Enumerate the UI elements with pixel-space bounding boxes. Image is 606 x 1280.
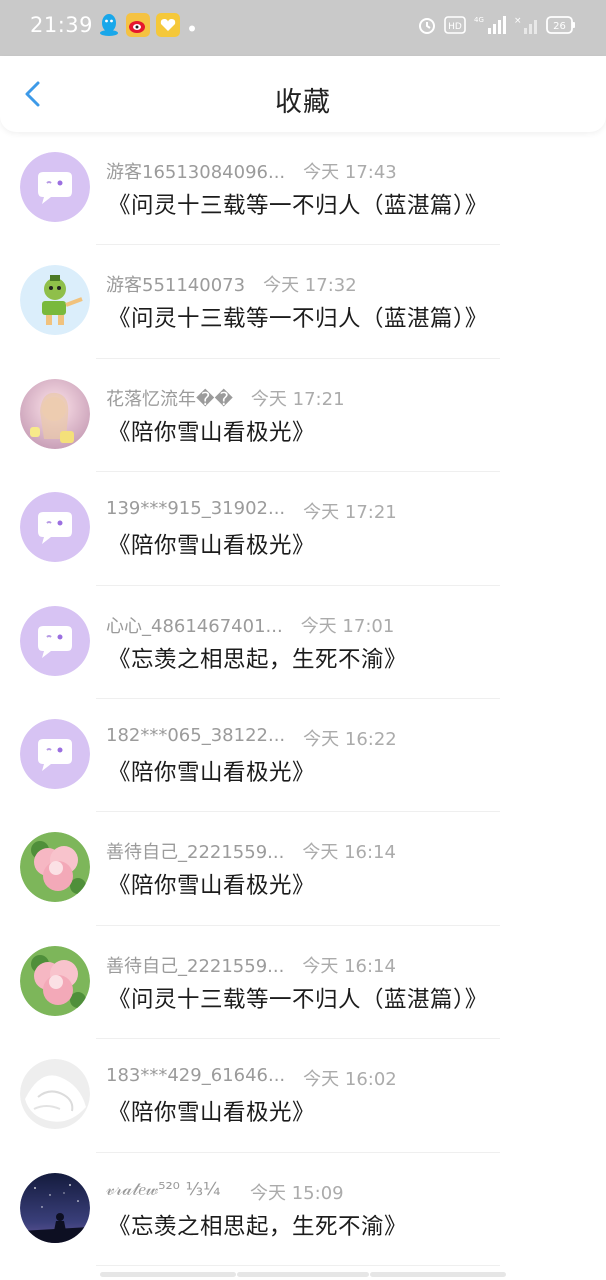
bottom-fragment — [370, 1272, 506, 1277]
hd-icon: HD — [444, 16, 466, 38]
signal-off-icon: × — [514, 14, 540, 40]
username: 花落忆流年�� — [106, 388, 233, 410]
favorite-item[interactable]: 善待自己_2221559... 今天 16:14 《陪你雪山看极光》 — [0, 812, 606, 926]
username: 游客16513084096... — [106, 162, 286, 183]
default-chat-avatar[interactable] — [20, 152, 90, 222]
favorite-item[interactable]: 花落忆流年�� 今天 17:21 《陪你雪山看极光》 — [0, 359, 606, 473]
book-title[interactable]: 《问灵十三载等一不归人（蓝湛篇）》 — [108, 188, 488, 220]
username: 𝓋𝓇𝒶𝓉𝑒𝓌⁵²⁰ ⅓¼ — [106, 1178, 221, 1200]
battery-icon: 26 — [546, 16, 576, 38]
page-title: 收藏 — [275, 87, 331, 118]
timestamp: 今天 17:21 — [250, 388, 345, 410]
weibo-icon — [126, 13, 150, 41]
username: 善待自己_2221559... — [106, 842, 285, 864]
book-title[interactable]: 《陪你雪山看极光》 — [108, 868, 315, 900]
night-sky-avatar[interactable] — [20, 1172, 90, 1243]
book-title[interactable]: 《忘羡之相思起，生死不渝》 — [108, 642, 407, 674]
favorite-item[interactable]: 𝓋𝓇𝒶𝓉𝑒𝓌⁵²⁰ ⅓¼ 今天 15:09 《忘羡之相思起，生死不渝》 — [0, 1153, 606, 1266]
timestamp: 今天 16:02 — [303, 1069, 397, 1091]
book-title[interactable]: 《陪你雪山看极光》 — [108, 1095, 315, 1127]
timestamp: 今天 17:43 — [303, 162, 397, 183]
username: 游客551140073 — [106, 275, 246, 297]
bottom-fragment — [237, 1272, 369, 1277]
cartoon-avatar[interactable] — [20, 265, 90, 336]
timestamp: 今天 15:09 — [250, 1182, 344, 1204]
favorites-list: 游客16513084096... 今天 17:43 《问灵十三载等一不归人（蓝湛… — [0, 132, 606, 1266]
svg-text:HD: HD — [448, 22, 462, 32]
favorite-item[interactable]: 139***915_31902... 今天 17:21 《陪你雪山看极光》 — [0, 472, 606, 586]
favorite-item[interactable]: 善待自己_2221559... 今天 16:14 《问灵十三载等一不归人（蓝湛篇… — [0, 926, 606, 1040]
alarm-icon — [417, 15, 437, 39]
divider — [96, 1264, 500, 1266]
username: 182***065_38122... — [106, 724, 286, 746]
default-chat-avatar[interactable] — [20, 605, 90, 676]
dot-icon — [188, 18, 196, 37]
book-title[interactable]: 《问灵十三载等一不归人（蓝湛篇）》 — [108, 982, 488, 1014]
timestamp: 今天 16:14 — [302, 955, 396, 977]
bottom-fragment — [100, 1272, 236, 1277]
username: 善待自己_2221559... — [106, 955, 285, 977]
header: 收藏 — [0, 56, 606, 132]
timestamp: 今天 16:14 — [302, 842, 396, 864]
book-title[interactable]: 《问灵十三载等一不归人（蓝湛篇）》 — [108, 301, 488, 333]
book-title[interactable]: 《陪你雪山看极光》 — [108, 415, 315, 447]
signal-4g-icon: 4G — [474, 14, 506, 40]
default-chat-avatar[interactable] — [20, 492, 90, 563]
timestamp: 今天 17:01 — [300, 615, 395, 637]
flower-photo-avatar[interactable] — [20, 832, 90, 903]
qq-icon — [98, 13, 120, 41]
svg-text:×: × — [514, 16, 522, 26]
favorite-item[interactable]: 游客551140073 今天 17:32 《问灵十三载等一不归人（蓝湛篇）》 — [0, 245, 606, 359]
username: 心心_4861467401... — [106, 615, 283, 637]
book-title[interactable]: 《陪你雪山看极光》 — [108, 755, 315, 787]
timestamp: 今天 17:21 — [303, 502, 397, 524]
status-time: 21:39 — [30, 13, 94, 37]
white-fabric-avatar[interactable] — [20, 1059, 90, 1130]
favorite-item[interactable]: 游客16513084096... 今天 17:43 《问灵十三载等一不归人（蓝湛… — [0, 132, 606, 246]
book-title[interactable]: 《陪你雪山看极光》 — [108, 528, 315, 560]
girl-photo-avatar[interactable] — [20, 378, 90, 449]
favorite-item[interactable]: 183***429_61646... 今天 16:02 《陪你雪山看极光》 — [0, 1039, 606, 1153]
favorite-item[interactable]: 心心_4861467401... 今天 17:01 《忘羡之相思起，生死不渝》 — [0, 586, 606, 699]
username: 139***915_31902... — [106, 498, 286, 520]
default-chat-avatar[interactable] — [20, 718, 90, 789]
username: 183***429_61646... — [106, 1065, 286, 1087]
battery-level: 26 — [553, 21, 566, 32]
book-title[interactable]: 《忘羡之相思起，生死不渝》 — [108, 1209, 407, 1241]
status-bar: 21:39 HD 4G × 26 — [0, 0, 606, 56]
flower-photo-avatar[interactable] — [20, 945, 90, 1016]
svg-text:4G: 4G — [474, 16, 484, 24]
favorite-item[interactable]: 182***065_38122... 今天 16:22 《陪你雪山看极光》 — [0, 699, 606, 813]
timestamp: 今天 17:32 — [263, 275, 357, 297]
timestamp: 今天 16:22 — [303, 728, 397, 750]
heart-app-icon — [156, 13, 180, 41]
